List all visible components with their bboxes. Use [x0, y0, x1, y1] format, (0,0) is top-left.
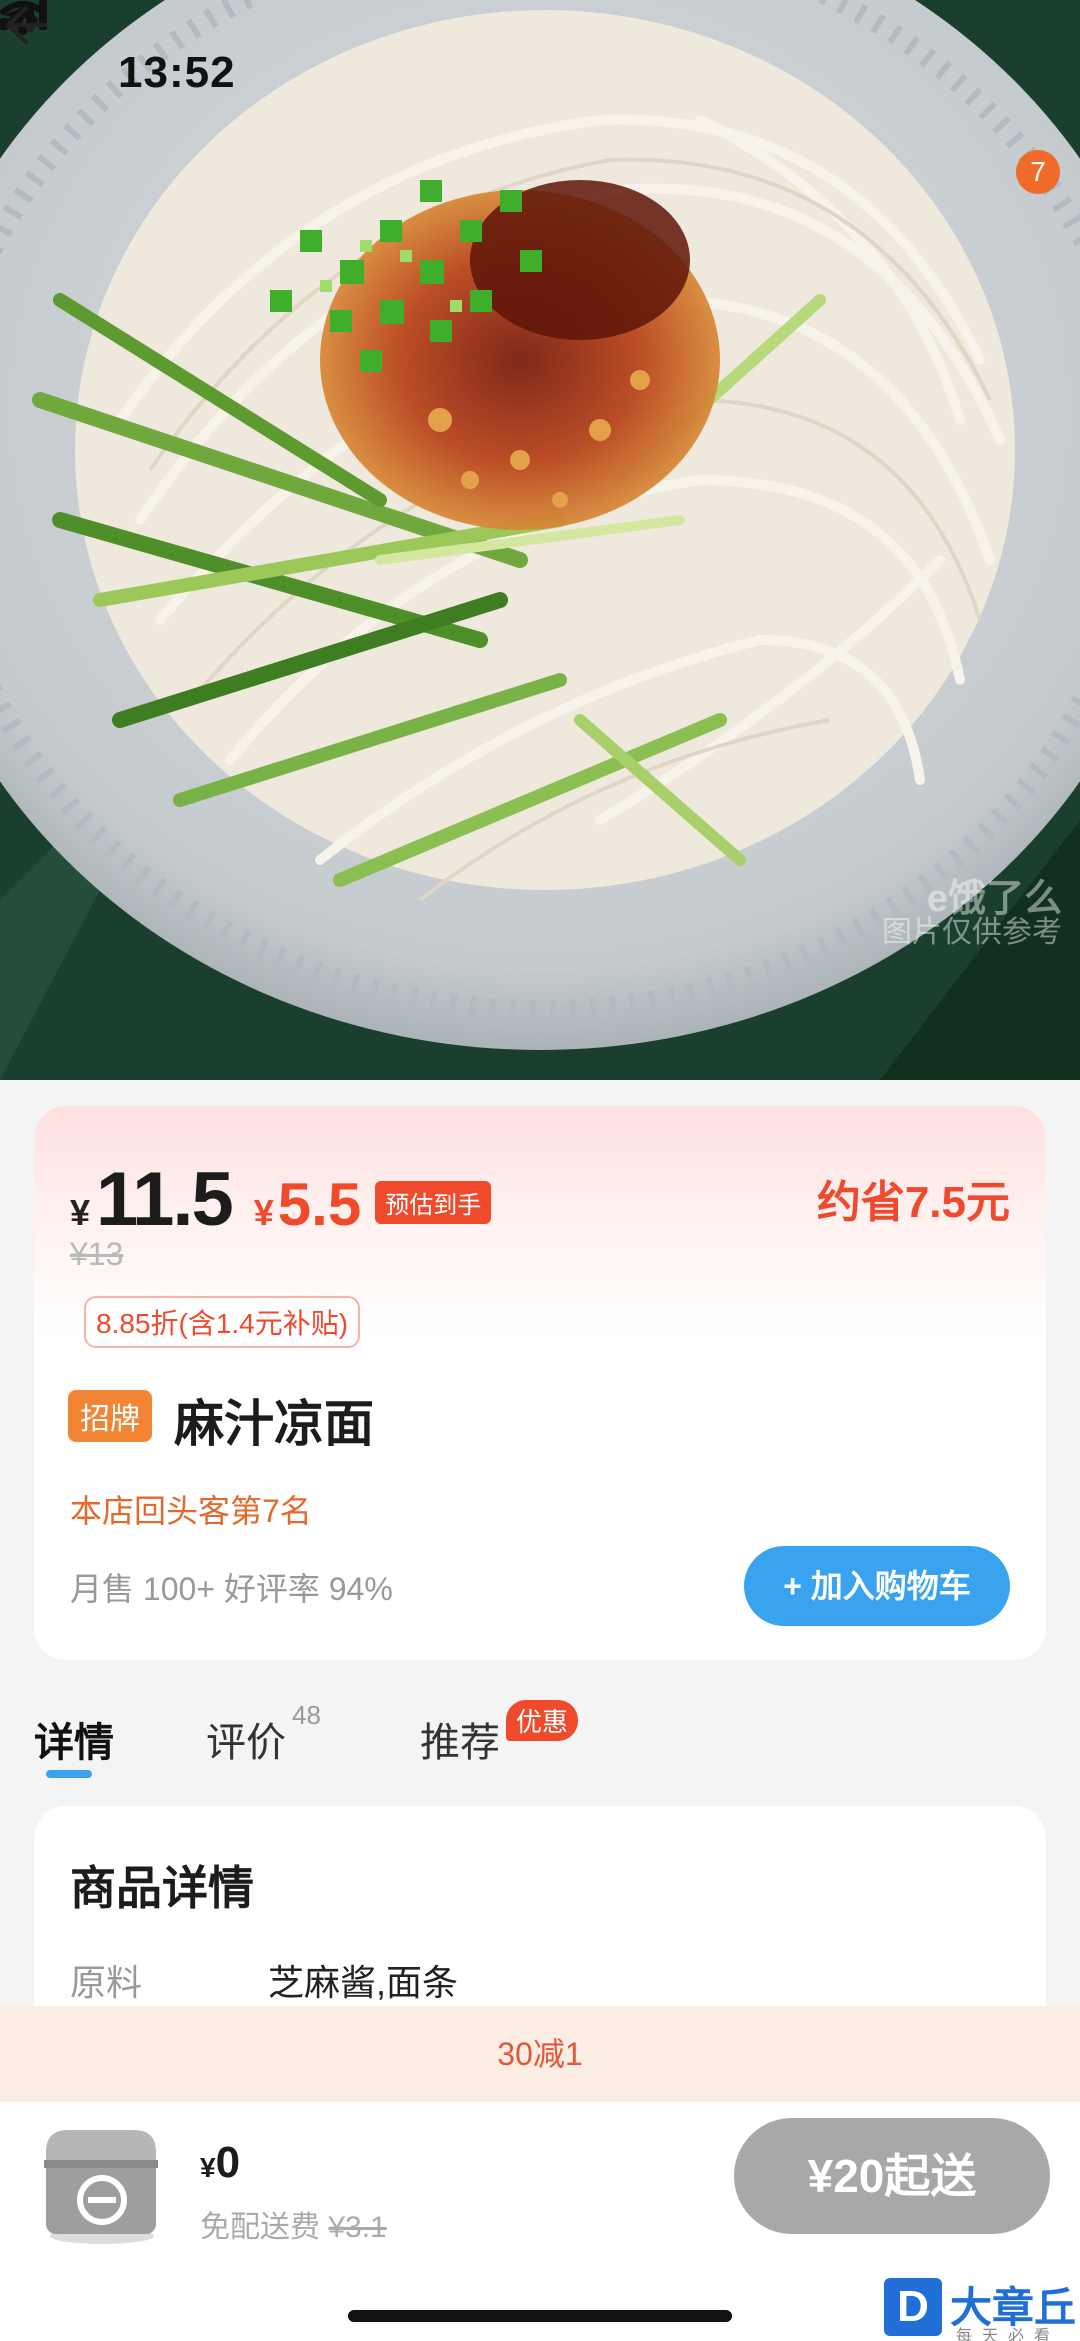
tab-reviews-label: 评价	[206, 1721, 286, 1765]
product-info-card: ¥ 11.5 ¥ 5.5 预估到手 约省7.5元 ¥13 8.85折(含1.4元…	[34, 1106, 1046, 1660]
current-price: 11.5	[96, 1157, 234, 1242]
reviews-count: 48	[292, 1700, 321, 1730]
more-options-icon[interactable]	[0, 0, 50, 50]
tab-recommend[interactable]: 推荐	[420, 1710, 500, 1768]
tab-details-label: 详情	[34, 1721, 114, 1765]
estimated-price-tag: 预估到手	[375, 1181, 492, 1224]
details-title: 商品详情	[70, 1862, 254, 1914]
add-to-cart-button[interactable]: + 加入购物车	[744, 1546, 1010, 1626]
brand-tagline: 每天必看	[956, 2328, 1061, 2341]
signature-dish-badge: 招牌	[68, 1390, 152, 1442]
ingredient-value: 芝麻酱,面条	[268, 1962, 459, 2003]
min-order-button[interactable]: ¥20起送	[734, 2118, 1050, 2234]
delivery-fee-label: 免配送费	[200, 2211, 320, 2244]
checkout-bar: ¥0 免配送费 ¥3.1 ¥20起送 D 大章丘 每天必看	[0, 2102, 1080, 2341]
image-watermark: e饿了么 图片仅供参考	[882, 878, 1062, 950]
discount-tag: 8.85折(含1.4元补贴)	[84, 1296, 361, 1348]
ingredient-label: 原料	[70, 1962, 143, 2003]
delivery-fee: 免配送费 ¥3.1	[200, 2202, 387, 2246]
recommend-promo-badge: 优惠	[506, 1700, 579, 1741]
currency-symbol: ¥	[70, 1192, 91, 1233]
tab-reviews[interactable]: 评价	[206, 1710, 286, 1768]
notification-badge: 7	[1016, 150, 1060, 194]
watermark-text: 图片仅供参考	[882, 916, 1062, 949]
detail-tabs: 详情 评价 48 推荐 优惠	[34, 1700, 1046, 1790]
product-name: 麻汁凉面	[174, 1396, 374, 1452]
promo-bar[interactable]: 30减1	[0, 2006, 1080, 2102]
home-indicator	[348, 2310, 732, 2322]
delivery-fee-original: ¥3.1	[328, 2211, 387, 2244]
estimated-final-price: 5.5	[277, 1171, 362, 1238]
price-row: ¥ 11.5 ¥ 5.5 预估到手	[70, 1156, 492, 1243]
repeat-customer-rank: 本店回头客第7名	[70, 1493, 312, 1529]
watermark-logo: e饿了么	[926, 878, 1062, 920]
site-watermark-logo: D 大章丘 每天必看	[880, 2274, 1080, 2341]
status-time: 13:52	[118, 48, 236, 97]
status-bar: 13:52	[0, 0, 1080, 140]
product-photo: 13:52 7 e饿了么 图片仅供参考	[0, 0, 1080, 1080]
tab-details[interactable]: 详情	[34, 1710, 114, 1768]
brand-letter: D	[884, 2278, 942, 2336]
original-price: ¥13	[70, 1236, 124, 1272]
final-currency-symbol: ¥	[253, 1192, 274, 1233]
tab-recommend-label: 推荐	[420, 1721, 500, 1765]
sales-and-rating: 月售 100+ 好评率 94%	[70, 1571, 393, 1607]
savings-text: 约省7.5元	[816, 1178, 1010, 1227]
shopping-box-icon[interactable]	[36, 2112, 166, 2252]
cart-total: ¥0	[200, 2138, 240, 2188]
cart-total-value: 0	[215, 2138, 241, 2187]
cart-currency: ¥	[200, 2152, 216, 2183]
active-tab-indicator	[46, 1770, 92, 1778]
